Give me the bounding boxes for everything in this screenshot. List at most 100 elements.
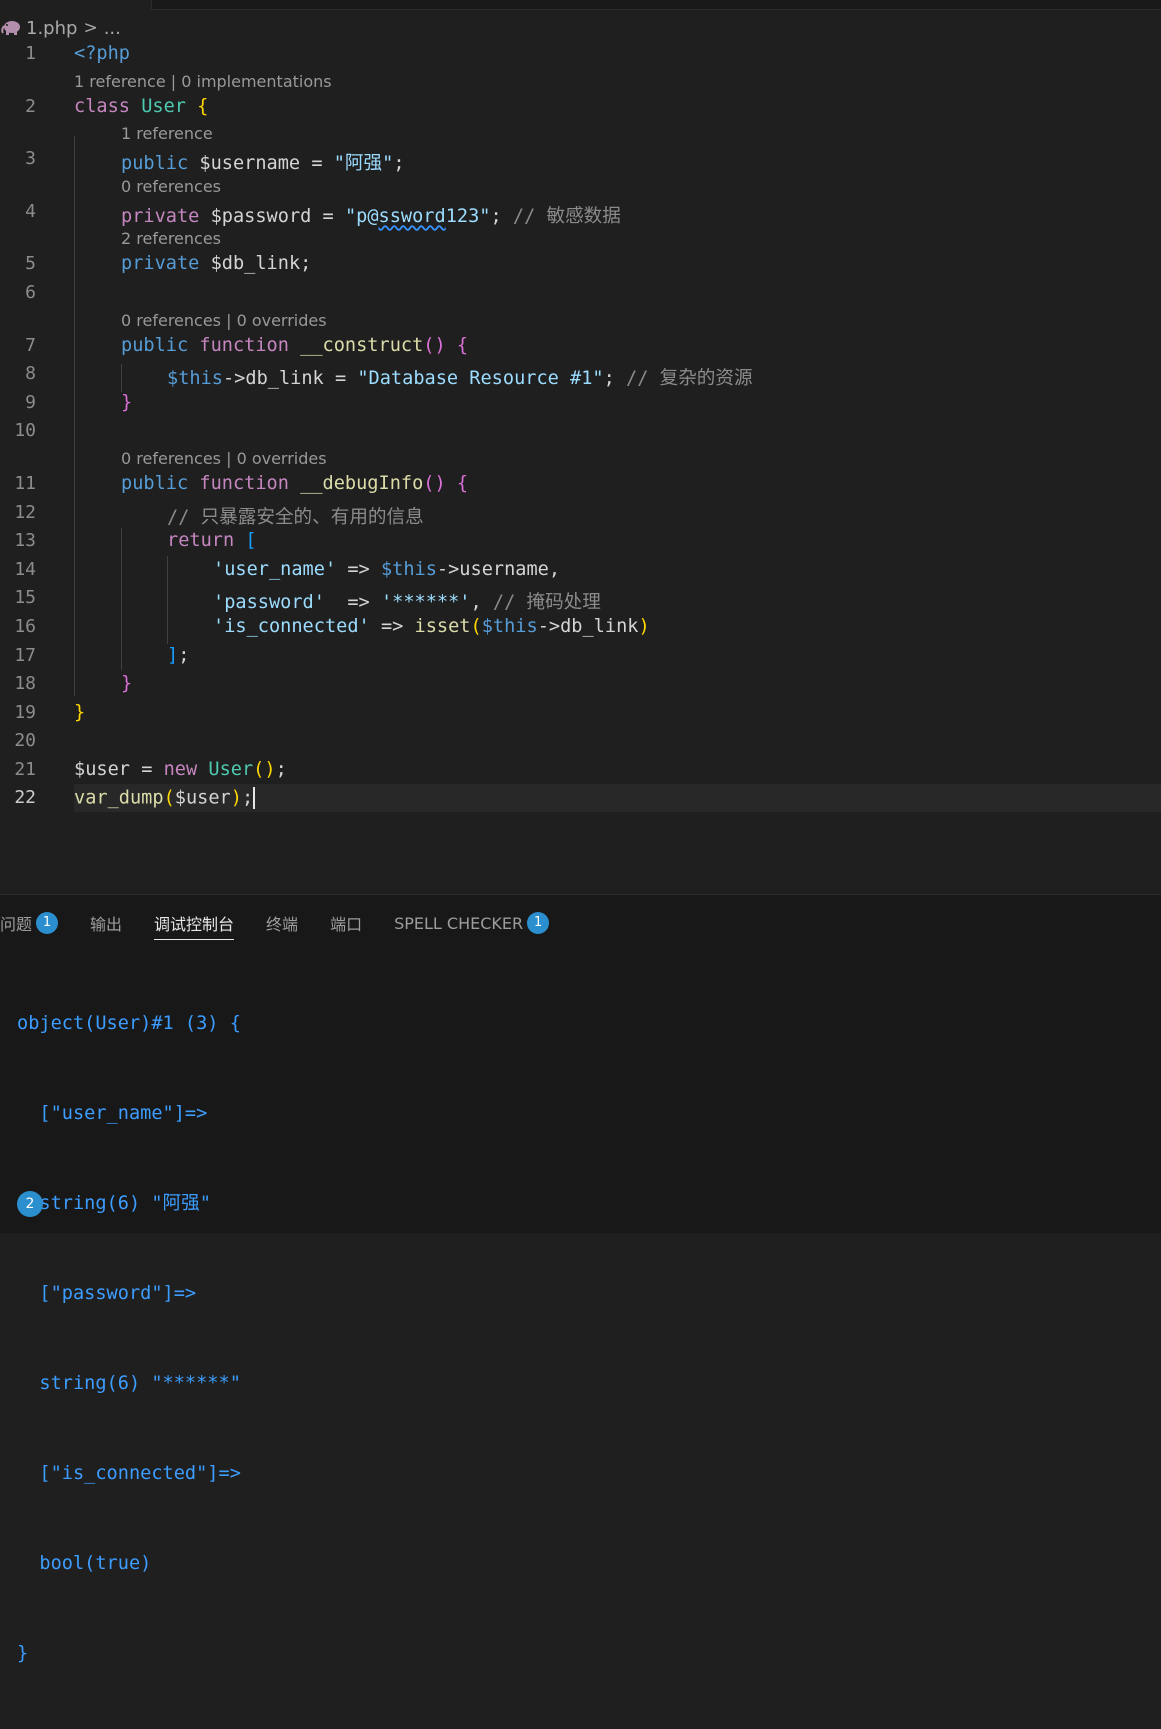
code-line[interactable]: 13 return [ <box>0 527 1161 556</box>
panel-tabs: 问题 1 输出 调试控制台 终端 端口 SPELL CHECKER 1 <box>0 909 581 940</box>
line-number: 9 <box>25 391 36 413</box>
codelens-text[interactable]: 0 references | 0 overrides <box>121 311 327 330</box>
code-line[interactable]: 19 } <box>0 699 1161 728</box>
code-text[interactable]: <?php <box>74 43 130 64</box>
code-text[interactable]: 'password' => '******', // 掩码处理 <box>213 587 601 614</box>
line-number: 18 <box>14 673 36 695</box>
line-number: 6 <box>25 281 36 303</box>
code-line[interactable]: 15 'password' => '******', // 掩码处理 <box>0 584 1161 613</box>
code-line[interactable]: 16 'is_connected' => isset($this->db_lin… <box>0 613 1161 642</box>
code-line[interactable]: 9 } <box>0 389 1161 418</box>
codelens[interactable]: 1 reference | 0 implementations <box>0 69 1161 93</box>
code-text[interactable]: private $password = "p@ssword123"; // 敏感… <box>121 201 621 228</box>
tab-bar <box>0 0 1161 10</box>
code-text[interactable]: } <box>121 392 132 413</box>
code-text[interactable]: $user = new User(); <box>74 759 287 780</box>
line-number: 8 <box>25 363 36 385</box>
code-editor[interactable]: 1 <?php 1 reference | 0 implementations … <box>0 40 1161 813</box>
line-number: 20 <box>14 730 36 752</box>
code-text[interactable]: } <box>74 702 85 723</box>
line-number: 12 <box>14 501 36 523</box>
code-line[interactable]: 10 <box>0 417 1161 446</box>
tab-bar-fill <box>151 0 1161 10</box>
code-text[interactable]: ]; <box>167 645 189 666</box>
line-number: 19 <box>14 701 36 723</box>
code-line[interactable]: 8 $this->db_link = "Database Resource #1… <box>0 360 1161 389</box>
tab-ports[interactable]: 端口 <box>330 909 362 937</box>
code-text[interactable]: $this->db_link = "Database Resource #1";… <box>167 363 753 390</box>
line-number: 14 <box>14 558 36 580</box>
code-line[interactable]: 5 private $db_link; <box>0 250 1161 279</box>
output-repeat-count-badge: 2 <box>17 1191 43 1217</box>
code-line[interactable]: 14 'user_name' => $this->username, <box>0 556 1161 585</box>
line-number: 16 <box>14 615 36 637</box>
console-line: ["user_name"]=> <box>17 1103 208 1124</box>
tab-label: 输出 <box>90 915 123 934</box>
code-text[interactable]: public $username = "阿强"; <box>121 148 405 175</box>
spell-checker-count-badge: 1 <box>527 912 550 934</box>
line-number: 22 <box>14 787 36 809</box>
console-line: } <box>17 1643 29 1664</box>
code-line[interactable]: 6 <box>0 279 1161 308</box>
codelens-text[interactable]: 1 reference | 0 implementations <box>74 72 332 91</box>
console-line: ["is_connected"]=> <box>17 1463 241 1484</box>
codelens[interactable]: 2 references <box>0 226 1161 250</box>
codelens-text[interactable]: 2 references <box>121 229 221 248</box>
line-number: 3 <box>25 148 36 170</box>
code-text[interactable]: return [ <box>167 530 257 551</box>
codelens-text[interactable]: 0 references <box>121 177 221 196</box>
code-text[interactable]: var_dump($user); <box>74 787 256 810</box>
code-line[interactable]: 20 <box>0 727 1161 756</box>
code-text[interactable]: public function __construct() { <box>121 335 468 356</box>
code-text[interactable]: class User { <box>74 96 208 117</box>
tab-output[interactable]: 输出 <box>90 909 122 937</box>
line-number: 15 <box>14 587 36 609</box>
code-line[interactable]: 1 <?php <box>0 40 1161 69</box>
console-line: bool(true) <box>17 1553 152 1574</box>
codelens[interactable]: 1 reference <box>0 121 1161 145</box>
debug-console-output[interactable]: object(User)#1 (3) { ["user_name"]=> str… <box>17 949 241 1729</box>
tab-label: 调试控制台 <box>154 915 235 934</box>
breadcrumb-ellipsis[interactable]: ... <box>104 18 121 39</box>
php-elephant-icon <box>1 21 20 35</box>
code-line[interactable]: 17 ]; <box>0 642 1161 671</box>
code-line[interactable]: 11 public function __debugInfo() { <box>0 470 1161 499</box>
line-number: 17 <box>14 644 36 666</box>
code-text[interactable]: 'user_name' => $this->username, <box>213 559 560 580</box>
tab-label: 问题 <box>0 915 33 934</box>
tab-label: SPELL CHECKER <box>394 913 524 933</box>
code-line[interactable]: 12 // 只暴露安全的、有用的信息 <box>0 499 1161 528</box>
codelens-text[interactable]: 1 reference <box>121 124 213 143</box>
code-line[interactable]: 4 private $password = "p@ssword123"; // … <box>0 198 1161 227</box>
line-number: 11 <box>14 472 36 494</box>
line-number: 1 <box>25 43 36 64</box>
codelens[interactable]: 0 references | 0 overrides <box>0 446 1161 470</box>
line-number: 21 <box>14 758 36 780</box>
tab-terminal[interactable]: 终端 <box>266 909 298 937</box>
code-line[interactable]: 7 public function __construct() { <box>0 332 1161 361</box>
codelens[interactable]: 0 references | 0 overrides <box>0 308 1161 332</box>
code-line[interactable]: 18 } <box>0 670 1161 699</box>
breadcrumb-separator: > <box>83 18 98 38</box>
console-line: string(6) "阿强" <box>17 1193 211 1214</box>
codelens-text[interactable]: 0 references | 0 overrides <box>121 449 327 468</box>
bottom-panel: 问题 1 输出 调试控制台 终端 端口 SPELL CHECKER 1 obje… <box>0 894 1161 1664</box>
breadcrumb[interactable]: 1.php > ... <box>0 16 121 40</box>
breadcrumb-file[interactable]: 1.php <box>26 18 77 39</box>
code-text[interactable]: public function __debugInfo() { <box>121 473 468 494</box>
code-text[interactable]: // 只暴露安全的、有用的信息 <box>167 502 424 529</box>
code-line[interactable]: 21 $user = new User(); <box>0 756 1161 785</box>
code-line[interactable]: 2 class User { <box>0 93 1161 122</box>
line-number: 13 <box>14 530 36 552</box>
tab-problems[interactable]: 问题 1 <box>0 909 59 937</box>
code-text[interactable]: private $db_link; <box>121 253 311 274</box>
tab-spell-checker[interactable]: SPELL CHECKER 1 <box>394 909 550 937</box>
codelens[interactable]: 0 references <box>0 174 1161 198</box>
code-line[interactable]: 3 public $username = "阿强"; <box>0 145 1161 174</box>
code-line-current[interactable]: 22 var_dump($user); <box>0 784 1161 813</box>
code-text[interactable]: 'is_connected' => isset($this->db_link) <box>213 616 650 637</box>
tab-debug-console[interactable]: 调试控制台 <box>154 909 235 940</box>
console-line: object(User)#1 (3) { <box>17 1013 241 1034</box>
tab-label: 终端 <box>266 915 299 934</box>
code-text[interactable]: } <box>121 673 132 694</box>
